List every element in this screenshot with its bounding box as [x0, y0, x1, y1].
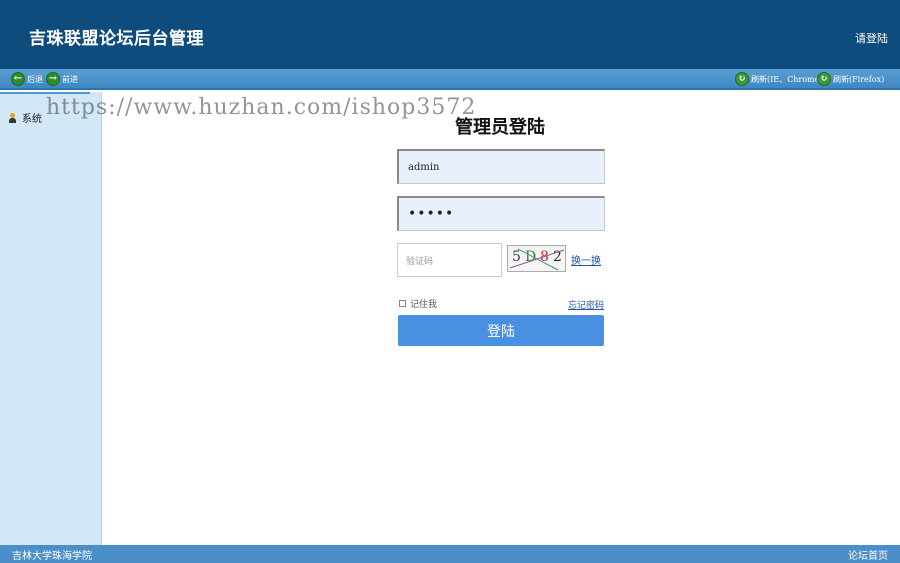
arrow-right-icon: →	[46, 72, 60, 86]
refresh-ie-label: 刷新(IE、Chrome)	[751, 74, 823, 84]
sidebar-divider	[0, 92, 90, 94]
refresh-captcha-link[interactable]: 换一换	[571, 252, 601, 267]
refresh-icon: ↻	[735, 72, 749, 86]
refresh-ff-button[interactable]: ↻ 刷新(Firefox)	[817, 71, 884, 87]
remember-label: 记住我	[410, 300, 438, 310]
password-input[interactable]: •••••	[397, 196, 605, 231]
remember-checkbox[interactable]	[399, 300, 406, 307]
back-label: 后退	[27, 74, 43, 84]
footer-school: 吉林大学珠海学院	[12, 551, 92, 562]
sidebar-item-label: 系统	[22, 114, 42, 125]
forum-home-link[interactable]: 论坛首页	[848, 547, 888, 562]
login-link[interactable]: 请登陆	[855, 30, 888, 46]
login-button[interactable]: 登陆	[398, 315, 604, 346]
toolbar: ← 后退 → 前进 ↻ 刷新(IE、Chrome) ↻ 刷新(Firefox)	[0, 69, 900, 90]
remember-me[interactable]: 记住我	[399, 297, 437, 310]
captcha-noise	[509, 248, 565, 271]
refresh-ff-label: 刷新(Firefox)	[833, 74, 885, 84]
forward-label: 前进	[62, 74, 78, 84]
watermark: https://www.huzhan.com/ishop3572	[46, 95, 477, 120]
forward-button[interactable]: → 前进	[46, 71, 78, 87]
arrow-left-icon: ←	[11, 72, 25, 86]
app-title: 吉珠联盟论坛后台管理	[29, 29, 204, 49]
forgot-password-link[interactable]: 忘记密码	[568, 298, 604, 311]
user-icon	[8, 112, 17, 123]
refresh-icon: ↻	[817, 72, 831, 86]
captcha-image[interactable]: 5 D 8 2	[507, 245, 566, 272]
header: 吉珠联盟论坛后台管理 请登陆	[0, 0, 900, 69]
sidebar: 系统	[0, 92, 102, 545]
footer: 吉林大学珠海学院 论坛首页	[0, 545, 900, 563]
username-input[interactable]: admin	[397, 149, 605, 184]
login-title: 管理员登陆	[455, 117, 545, 138]
refresh-ie-button[interactable]: ↻ 刷新(IE、Chrome)	[735, 71, 822, 87]
sidebar-item-system[interactable]: 系统	[8, 110, 42, 125]
captcha-input[interactable]: 验证码	[397, 243, 502, 277]
back-button[interactable]: ← 后退	[11, 71, 43, 87]
